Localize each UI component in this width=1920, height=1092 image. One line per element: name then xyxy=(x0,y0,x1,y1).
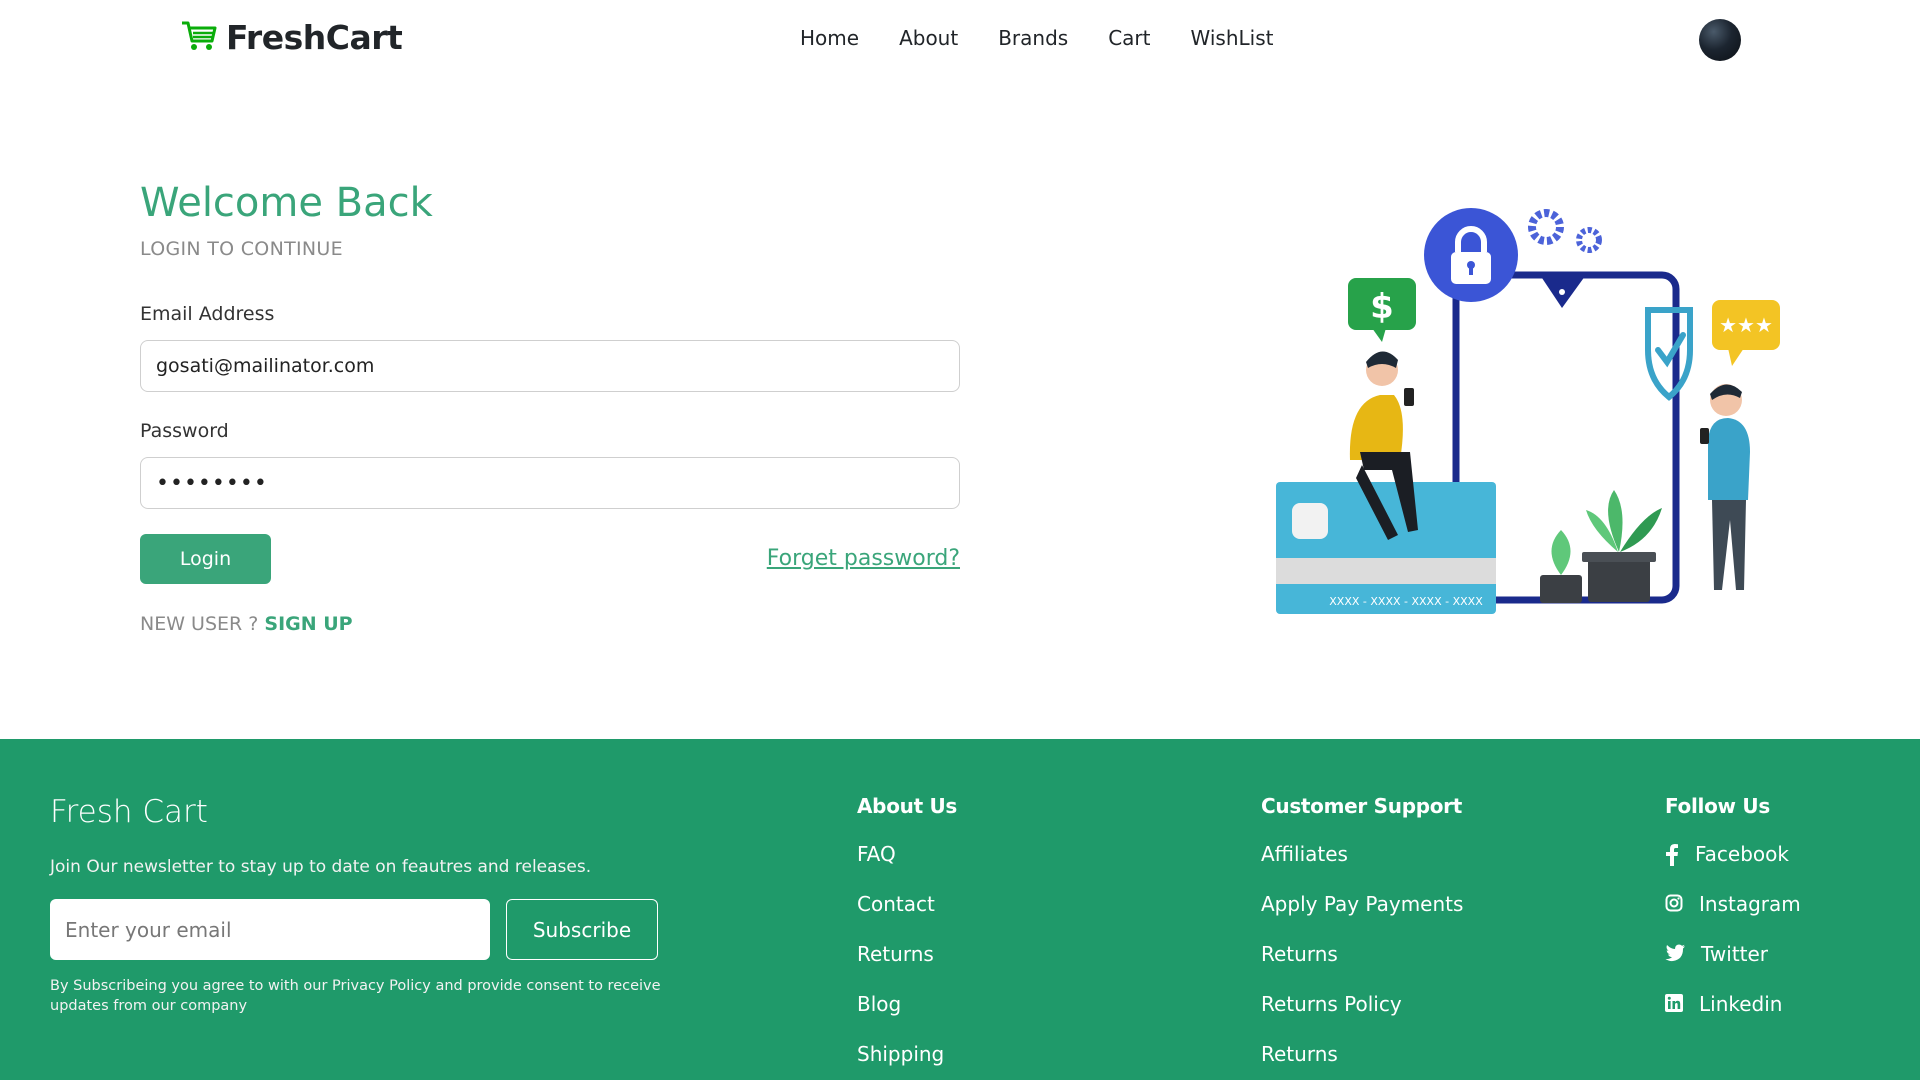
email-field[interactable] xyxy=(140,340,960,392)
linkedin-label: Linkedin xyxy=(1699,992,1783,1016)
footer-heading-follow: Follow Us xyxy=(1665,794,1770,818)
brand-name: FreshCart xyxy=(226,18,403,57)
new-user-text: NEW USER ? xyxy=(140,613,265,635)
instagram-icon xyxy=(1665,894,1683,912)
instagram-label: Instagram xyxy=(1699,892,1801,916)
footer-link-shipping[interactable]: Shipping xyxy=(857,1042,957,1092)
page-subtitle: LOGIN TO CONTINUE xyxy=(140,238,343,260)
login-illustration: ★★★ $ XXXX - XXXX - XXXX - XXXX xyxy=(1270,190,1790,630)
nav-link-cart[interactable]: Cart xyxy=(1108,26,1150,50)
forget-password-link[interactable]: Forget password? xyxy=(767,546,960,571)
footer-link-blog[interactable]: Blog xyxy=(857,992,957,1042)
nav-link-home[interactable]: Home xyxy=(800,26,859,50)
facebook-label: Facebook xyxy=(1695,842,1789,866)
footer-col-follow: Follow Us Facebook Instagram Twitter Lin… xyxy=(1665,794,1801,1042)
footer-col-about: About Us FAQ Contact Returns Blog Shippi… xyxy=(857,794,957,1092)
footer-link-affiliates[interactable]: Affiliates xyxy=(1261,842,1463,892)
twitter-icon xyxy=(1665,944,1685,962)
footer: Fresh Cart Join Our newsletter to stay u… xyxy=(0,739,1920,1080)
nav-link-brands[interactable]: Brands xyxy=(998,26,1068,50)
footer-link-contact[interactable]: Contact xyxy=(857,892,957,942)
card-number: XXXX - XXXX - XXXX - XXXX xyxy=(1329,595,1483,608)
nav-link-wishlist[interactable]: WishList xyxy=(1191,26,1274,50)
footer-link-returns[interactable]: Returns xyxy=(857,942,957,992)
footer-heading-about: About Us xyxy=(857,794,958,818)
footer-link-returns-policy[interactable]: Returns Policy xyxy=(1261,992,1463,1042)
linkedin-icon xyxy=(1665,994,1683,1012)
svg-text:★★★: ★★★ xyxy=(1719,313,1773,337)
sign-up-link[interactable]: SIGN UP xyxy=(264,613,352,635)
page-title: Welcome Back xyxy=(140,180,433,226)
footer-title: Fresh Cart xyxy=(50,794,208,830)
password-field[interactable] xyxy=(140,457,960,509)
newsletter-email-input[interactable] xyxy=(50,899,490,960)
footer-link-facebook[interactable]: Facebook xyxy=(1665,842,1801,892)
subscribe-button[interactable]: Subscribe xyxy=(506,899,658,960)
navbar: FreshCart Home About Brands Cart WishLis… xyxy=(0,0,1920,80)
new-user-prompt: NEW USER ? SIGN UP xyxy=(140,613,353,635)
footer-link-instagram[interactable]: Instagram xyxy=(1665,892,1801,942)
nav-link-about[interactable]: About xyxy=(899,26,958,50)
footer-link-faq[interactable]: FAQ xyxy=(857,842,957,892)
email-label: Email Address xyxy=(140,303,275,325)
footer-heading-support: Customer Support xyxy=(1261,794,1462,818)
footer-link-twitter[interactable]: Twitter xyxy=(1665,942,1801,992)
brand-logo[interactable]: FreshCart xyxy=(180,18,403,57)
footer-link-apply-pay[interactable]: Apply Pay Payments xyxy=(1261,892,1463,942)
footer-description: Join Our newsletter to stay up to date o… xyxy=(50,857,592,877)
footer-link-support-returns-2[interactable]: Returns xyxy=(1261,1042,1463,1092)
dollar-sign: $ xyxy=(1370,287,1394,327)
footer-col-support: Customer Support Affiliates Apply Pay Pa… xyxy=(1261,794,1463,1092)
login-button[interactable]: Login xyxy=(140,534,271,584)
footer-privacy-note: By Subscribeing you agree to with our Pr… xyxy=(50,978,661,1014)
cart-icon xyxy=(180,19,218,57)
password-label: Password xyxy=(140,420,229,442)
footer-link-support-returns[interactable]: Returns xyxy=(1261,942,1463,992)
footer-link-linkedin[interactable]: Linkedin xyxy=(1665,992,1801,1042)
user-avatar[interactable] xyxy=(1699,19,1741,61)
twitter-label: Twitter xyxy=(1701,942,1769,966)
facebook-icon xyxy=(1666,844,1678,866)
nav-links: Home About Brands Cart WishList xyxy=(800,26,1273,50)
